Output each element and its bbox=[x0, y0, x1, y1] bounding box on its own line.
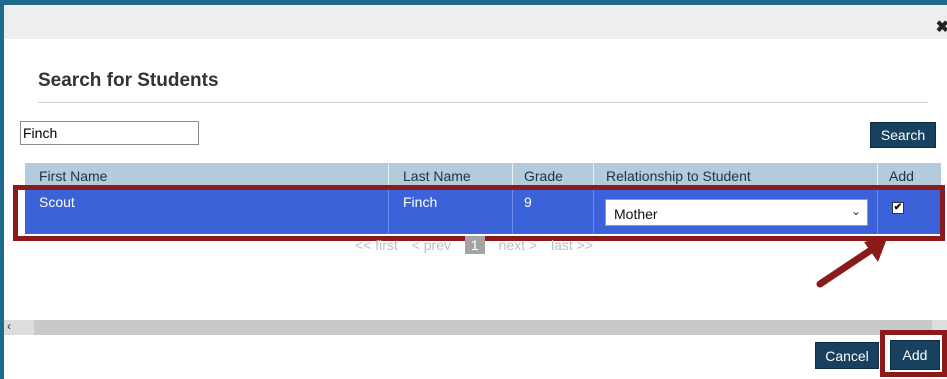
pager-prev-link[interactable]: < prev bbox=[412, 237, 451, 253]
page-title: Search for Students bbox=[38, 70, 219, 91]
pager-first-link[interactable]: << first bbox=[355, 237, 398, 253]
close-icon[interactable]: ✖ bbox=[936, 17, 947, 37]
column-divider bbox=[593, 163, 594, 186]
pager-next-link[interactable]: next > bbox=[499, 237, 538, 253]
column-divider bbox=[388, 163, 389, 186]
annotation-highlight-row bbox=[13, 185, 945, 241]
column-divider bbox=[512, 163, 513, 186]
pager-current-page: 1 bbox=[464, 236, 485, 254]
annotation-arrow-icon bbox=[816, 236, 888, 288]
column-header-add: Add bbox=[889, 168, 914, 184]
cancel-button[interactable]: Cancel bbox=[815, 342, 879, 369]
pager: << first < prev 1 next > last >> bbox=[355, 236, 603, 254]
column-header-relationship[interactable]: Relationship to Student bbox=[606, 168, 751, 184]
heading-divider bbox=[38, 102, 928, 103]
column-divider bbox=[877, 163, 878, 186]
search-input[interactable] bbox=[20, 121, 199, 145]
column-header-grade[interactable]: Grade bbox=[524, 168, 563, 184]
column-header-last-name[interactable]: Last Name bbox=[403, 168, 471, 184]
scrollbar-thumb[interactable] bbox=[34, 320, 932, 335]
annotation-highlight-add-button bbox=[880, 330, 947, 377]
table-header: First Name Last Name Grade Relationship … bbox=[25, 163, 941, 186]
scroll-left-icon[interactable]: ‹ bbox=[7, 319, 11, 333]
horizontal-scrollbar[interactable]: ‹ › bbox=[4, 319, 947, 335]
column-header-first-name[interactable]: First Name bbox=[39, 168, 107, 184]
pager-last-link[interactable]: last >> bbox=[551, 237, 593, 253]
search-button[interactable]: Search bbox=[870, 122, 936, 148]
dialog-titlebar: ✖ bbox=[4, 5, 947, 39]
